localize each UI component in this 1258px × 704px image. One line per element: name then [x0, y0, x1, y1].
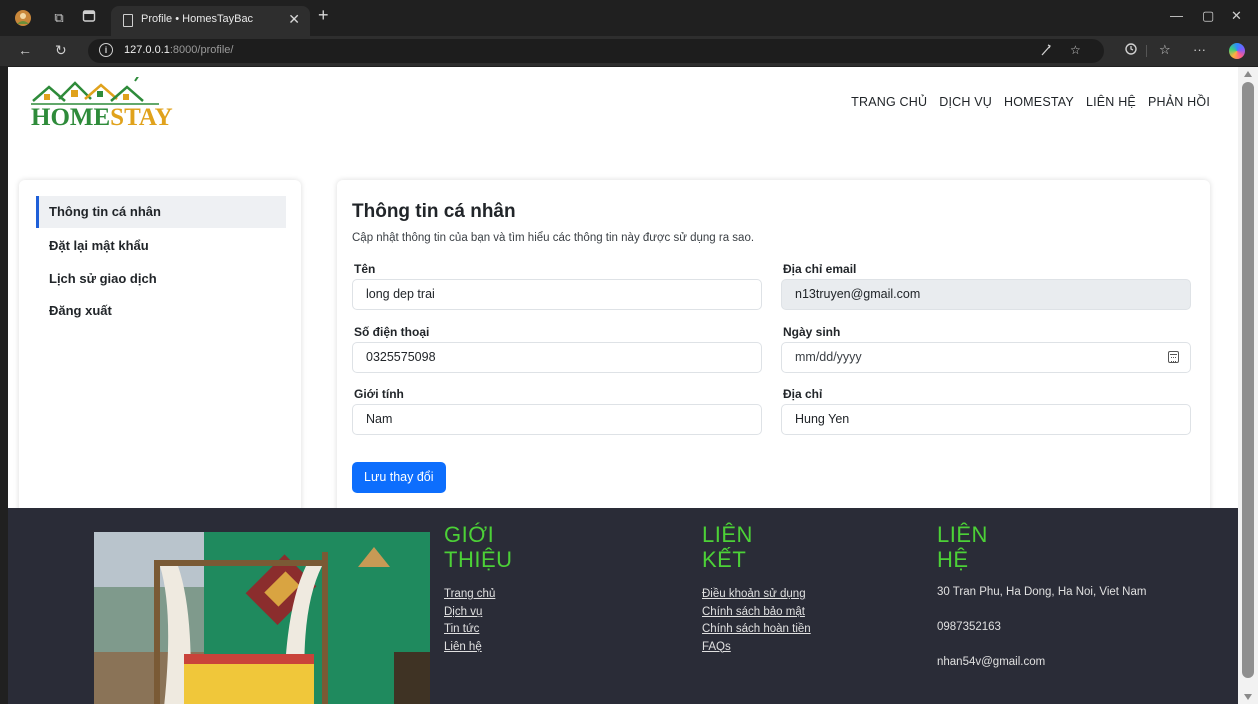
footer-email: nhan54v@gmail.com — [937, 656, 1046, 668]
name-field[interactable]: long dep trai — [352, 279, 762, 310]
favorite-star-icon[interactable]: ☆ — [1070, 43, 1081, 57]
footer-contact-heading-1: LIÊN — [937, 522, 988, 547]
footer-links: LIÊN KẾT Điều khoản sử dụng Chính sách b… — [702, 522, 811, 656]
scrollbar-thumb[interactable] — [1242, 82, 1254, 678]
footer-links-heading-1: LIÊN — [702, 522, 753, 547]
footer-contact-heading-2: HỆ — [937, 547, 969, 572]
scroll-down-icon[interactable] — [1244, 694, 1252, 700]
site-footer: GIỚI THIỆU Trang chủ Dịch vụ Tin tức Liê… — [8, 508, 1238, 704]
footer-link-terms[interactable]: Điều khoản sử dụng — [702, 586, 811, 604]
phone-field[interactable]: 0325575098 — [352, 342, 762, 373]
logo-word-home: HOME — [31, 104, 111, 131]
gender-label: Giới tính — [354, 387, 404, 401]
site-logo[interactable]: HOMESTAY — [31, 77, 173, 133]
footer-links-heading-2: KẾT — [702, 547, 747, 572]
birthday-field[interactable]: mm/dd/yyyy — [781, 342, 1191, 373]
browser-address-bar: ← ↻ i 127.0.0.1:8000/profile/ ☆ ☆ ··· — [0, 36, 1258, 66]
page-subtitle: Cập nhật thông tin của bạn và tìm hiểu c… — [352, 232, 755, 244]
nav-services[interactable]: DỊCH VỤ — [939, 95, 992, 109]
footer-about: GIỚI THIỆU Trang chủ Dịch vụ Tin tức Liê… — [444, 522, 513, 656]
profile-sidebar: Thông tin cá nhân Đặt lại mật khẩu Lịch … — [19, 180, 301, 540]
favorites-icon[interactable]: ☆ — [1159, 42, 1171, 58]
close-tab-icon[interactable]: ✕ — [288, 11, 300, 28]
tab-title: Profile • HomesTayBac — [141, 13, 254, 25]
gender-field[interactable]: Nam — [352, 404, 762, 435]
footer-link-contact[interactable]: Liên hệ — [444, 639, 513, 657]
calendar-icon[interactable] — [1168, 351, 1179, 363]
more-menu-icon[interactable]: ··· — [1193, 42, 1206, 57]
new-tab-icon[interactable]: + — [318, 5, 329, 26]
footer-address: 30 Tran Phu, Ha Dong, Ha Noi, Viet Nam — [937, 586, 1147, 598]
footer-link-faqs[interactable]: FAQs — [702, 639, 811, 657]
url-host: 127.0.0.1 — [124, 44, 170, 56]
nav-homestay[interactable]: HOMESTAY — [1004, 95, 1074, 109]
page-viewport: HOMESTAY TRANG CHỦ DỊCH VỤ HOMESTAY LIÊN… — [8, 67, 1238, 704]
refresh-icon[interactable]: ↻ — [55, 42, 67, 59]
sidebar-item-transaction-history[interactable]: Lịch sử giao dịch — [36, 263, 286, 295]
restore-icon[interactable]: ▢ — [1202, 8, 1214, 24]
footer-link-news[interactable]: Tin tức — [444, 621, 513, 639]
footer-phone: 0987352163 — [937, 621, 1001, 633]
footer-about-heading-2: THIỆU — [444, 547, 513, 572]
save-button[interactable]: Lưu thay đổi — [352, 462, 446, 493]
browser-profile-icon[interactable] — [14, 9, 32, 27]
footer-link-refund[interactable]: Chính sách hoàn tiền — [702, 621, 811, 639]
back-icon[interactable]: ← — [18, 42, 32, 58]
workspaces-icon[interactable]: ⧉ — [50, 9, 68, 27]
sidebar-item-logout[interactable]: Đăng xuất — [36, 295, 286, 327]
birthday-label: Ngày sinh — [783, 325, 841, 339]
footer-link-privacy[interactable]: Chính sách bảo mật — [702, 604, 811, 622]
page-title: Thông tin cá nhân — [352, 201, 516, 222]
nav-feedback[interactable]: PHẢN HỒI — [1148, 95, 1210, 109]
page-scrollbar[interactable] — [1238, 67, 1258, 704]
tab-actions-icon[interactable] — [80, 9, 98, 27]
toolbar-divider — [1146, 45, 1147, 57]
browser-extension-icon[interactable] — [1124, 42, 1138, 59]
address-field[interactable]: Hung Yen — [781, 404, 1191, 435]
browser-tab-active[interactable]: Profile • HomesTayBac ✕ — [111, 6, 310, 36]
footer-link-home[interactable]: Trang chủ — [444, 586, 513, 604]
name-label: Tên — [354, 262, 376, 276]
sidebar-item-reset-password[interactable]: Đặt lại mật khẩu — [36, 230, 286, 262]
nav-home[interactable]: TRANG CHỦ — [851, 95, 927, 109]
address-label: Địa chỉ — [783, 387, 823, 401]
main-nav: TRANG CHỦ DỊCH VỤ HOMESTAY LIÊN HỆ PHẢN … — [851, 95, 1210, 109]
sidebar-item-profile-info[interactable]: Thông tin cá nhân — [36, 196, 286, 228]
site-info-icon[interactable]: i — [99, 43, 113, 57]
read-aloud-icon[interactable] — [1040, 43, 1052, 60]
email-field: n13truyen@gmail.com — [781, 279, 1191, 310]
minimize-icon[interactable]: — — [1170, 8, 1183, 23]
copilot-icon[interactable] — [1229, 43, 1245, 59]
logo-word-stay: STAY — [110, 104, 173, 131]
footer-link-services[interactable]: Dịch vụ — [444, 604, 513, 622]
scroll-up-icon[interactable] — [1244, 71, 1252, 77]
footer-contact: LIÊN HỆ 30 Tran Phu, Ha Dong, Ha Noi, Vi… — [937, 522, 1146, 691]
nav-contact[interactable]: LIÊN HỆ — [1086, 95, 1136, 109]
birthday-value: mm/dd/yyyy — [795, 350, 862, 364]
page-icon — [123, 14, 133, 27]
close-window-icon[interactable]: ✕ — [1231, 8, 1242, 24]
url-path: :8000/profile/ — [169, 44, 234, 56]
url-input[interactable]: i 127.0.0.1:8000/profile/ ☆ — [88, 39, 1104, 63]
browser-tab-bar: ⧉ Profile • HomesTayBac ✕ + — ▢ ✕ — [0, 0, 1258, 36]
homestay-room-photo — [94, 532, 430, 704]
profile-card: Thông tin cá nhân Cập nhật thông tin của… — [337, 180, 1210, 540]
phone-label: Số điện thoại — [354, 325, 430, 339]
footer-about-heading-1: GIỚI — [444, 522, 495, 547]
email-label: Địa chỉ email — [783, 262, 857, 276]
